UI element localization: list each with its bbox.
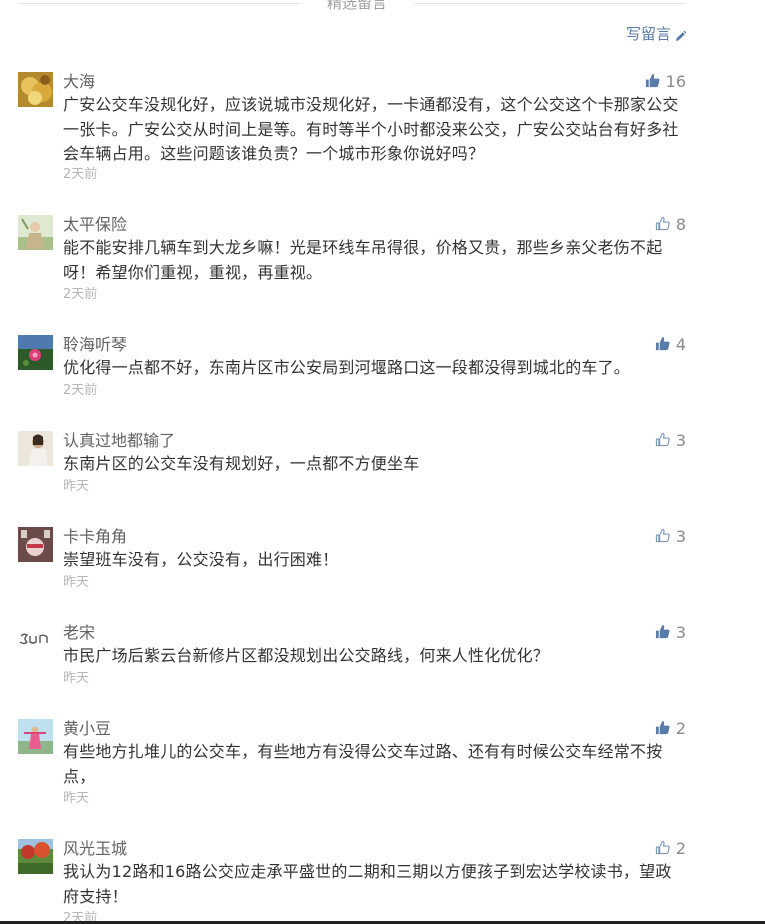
comment-text: 有些地方扎堆儿的公交车，有些地方有没得公交车过路、还有有时候公交车经常不按点， <box>63 742 663 786</box>
like-count: 16 <box>665 72 686 91</box>
avatar[interactable] <box>18 839 53 874</box>
comment-nickname: 卡卡角角 <box>63 527 128 546</box>
like-button[interactable]: 8 <box>655 215 686 235</box>
comment-item: 认真过地都输了 3 东南片区的公交车没有规划好，一点都不方便坐车 昨天 <box>18 431 686 501</box>
like-count: 3 <box>675 431 686 450</box>
like-count: 2 <box>675 839 686 858</box>
comment-text: 广安公交车没规化好，应该说城市没规化好，一卡通都没有，这个公交这个卡那家公交一张… <box>63 95 679 163</box>
thumbs-up-icon[interactable] <box>655 840 670 859</box>
thumbs-up-icon[interactable] <box>655 528 670 547</box>
comment-text: 东南片区的公交车没有规划好，一点都不方便坐车 <box>63 454 420 473</box>
like-button[interactable]: 2 <box>655 839 686 859</box>
avatar[interactable] <box>18 719 53 754</box>
like-count: 2 <box>675 719 686 738</box>
thumbs-up-icon[interactable] <box>645 73 660 92</box>
section-header: 精选留言 <box>18 0 686 13</box>
comment-text: 我认为12路和16路公交应走承平盛世的二期和三期以方便孩子到宏达学校读书，望政府… <box>63 862 672 906</box>
comment-time: 2天前 <box>63 383 98 398</box>
section-title: 精选留言 <box>326 0 387 12</box>
comment-nickname: 大海 <box>63 72 96 91</box>
like-button[interactable]: 16 <box>645 72 686 92</box>
comment-time: 昨天 <box>63 671 90 686</box>
comment-time: 昨天 <box>63 575 90 590</box>
comment-item: 聆海听琴 4 优化得一点都不好，东南片区市公安局到河堰路口这一段都没得到城北的车… <box>18 335 686 405</box>
avatar[interactable] <box>18 72 53 107</box>
comment-item: 老宋 3 市民广场后紫云台新修片区都没规划出公交路线，何来人性化优化？ 昨天 <box>18 623 686 693</box>
comment-time: 昨天 <box>63 479 90 494</box>
like-button[interactable]: 4 <box>655 335 686 355</box>
like-button[interactable]: 2 <box>655 719 686 739</box>
like-count: 3 <box>675 527 686 546</box>
like-button[interactable]: 3 <box>655 623 686 643</box>
comment-text: 能不能安排几辆车到大龙乡嘛！光是环线车吊得很，价格又贵，那些乡亲父老伤不起呀！希… <box>63 238 663 282</box>
avatar[interactable] <box>18 527 53 562</box>
comment-item: 卡卡角角 3 崇望班车没有，公交没有，出行困难！ 昨天 <box>18 527 686 597</box>
write-comment-link[interactable]: 写留言 <box>626 24 687 44</box>
avatar[interactable] <box>18 215 53 250</box>
thumbs-up-icon[interactable] <box>655 432 670 451</box>
comments-page: 精选留言 写留言 大海 16 广安公交车没规化好，应该说城市没规化好，一卡通都没… <box>0 0 765 924</box>
thumbs-up-icon[interactable] <box>655 216 670 235</box>
comment-text: 市民广场后紫云台新修片区都没规划出公交路线，何来人性化优化？ <box>63 646 550 665</box>
like-count: 8 <box>675 215 686 234</box>
comment-time: 昨天 <box>63 791 90 806</box>
avatar[interactable] <box>18 335 53 370</box>
thumbs-up-icon[interactable] <box>655 720 670 739</box>
thumbs-up-icon[interactable] <box>655 624 670 643</box>
thumbs-up-icon[interactable] <box>655 336 670 355</box>
like-button[interactable]: 3 <box>655 431 686 451</box>
comment-nickname: 太平保险 <box>63 215 128 234</box>
comment-text: 崇望班车没有，公交没有，出行困难！ <box>63 550 339 569</box>
like-button[interactable]: 3 <box>655 527 686 547</box>
comment-nickname: 风光玉城 <box>63 839 128 858</box>
avatar[interactable] <box>18 431 53 466</box>
comment-nickname: 老宋 <box>63 623 96 642</box>
comment-time: 2天前 <box>63 167 98 182</box>
comment-nickname: 黄小豆 <box>63 719 112 738</box>
comment-time: 2天前 <box>63 287 98 302</box>
comment-item: 大海 16 广安公交车没规化好，应该说城市没规化好，一卡通都没有，这个公交这个卡… <box>18 72 686 187</box>
comment-item: 太平保险 8 能不能安排几辆车到大龙乡嘛！光是环线车吊得很，价格又贵，那些乡亲父… <box>18 215 686 310</box>
write-comment-label[interactable]: 写留言 <box>626 24 671 44</box>
divider-right <box>414 3 686 4</box>
like-count: 4 <box>675 335 686 354</box>
avatar[interactable] <box>18 623 53 658</box>
comment-nickname: 认真过地都输了 <box>63 431 176 450</box>
pencil-icon[interactable] <box>674 28 687 41</box>
comment-nickname: 聆海听琴 <box>63 335 128 354</box>
comment-text: 优化得一点都不好，东南片区市公安局到河堰路口这一段都没得到城北的车了。 <box>63 358 631 377</box>
comment-item: 黄小豆 2 有些地方扎堆儿的公交车，有些地方有没得公交车过路、还有有时候公交车经… <box>18 719 686 814</box>
like-count: 3 <box>675 623 686 642</box>
comment-item: 风光玉城 2 我认为12路和16路公交应走承平盛世的二期和三期以方便孩子到宏达学… <box>18 839 686 924</box>
divider-left <box>18 3 300 4</box>
